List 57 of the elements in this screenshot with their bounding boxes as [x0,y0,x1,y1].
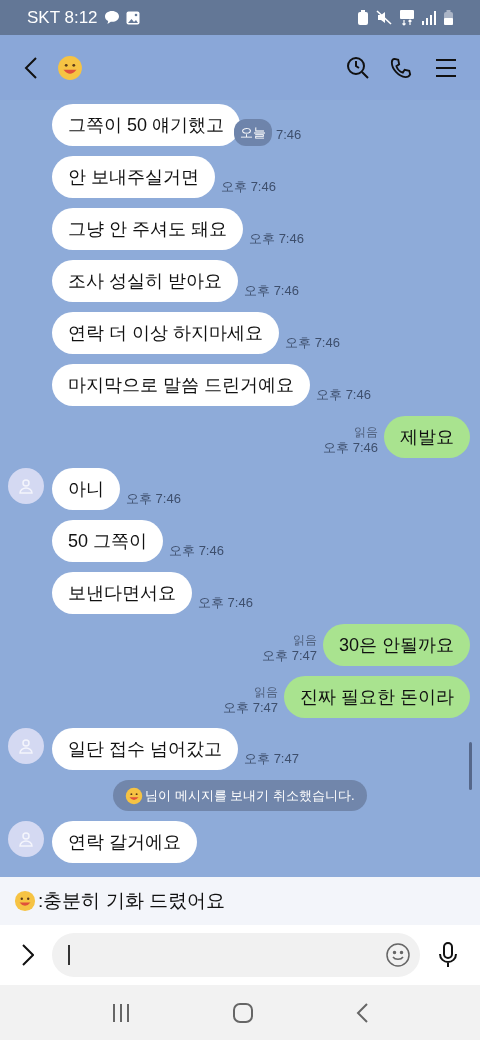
back-nav-icon[interactable] [356,1002,369,1023]
date-chip: 오늘 [234,118,273,146]
smiley-icon [14,890,36,912]
read-receipt: 읽음 [254,684,278,700]
received-message: 아니 [52,468,120,510]
received-message: 연락 갈거에요 [52,821,197,863]
battery-saver-icon [358,10,368,25]
message-time: 오후 7:47 [244,749,299,768]
received-message: 일단 접수 넘어갔고 [52,728,238,770]
message-time: 오후 7:46 [244,281,299,300]
sent-message: 제발요 [384,416,470,458]
received-message: 안 보내주실거면 [52,156,215,198]
received-message: 보낸다면서요 [52,572,192,614]
message-time: 오후 7:46 [285,333,340,352]
image-icon [125,10,140,25]
message-preview-bar[interactable]: :충분히 기화 드렸어요 [0,877,480,925]
received-message: 50 그쪽이 [52,520,164,562]
recent-apps-icon[interactable] [111,1003,130,1022]
message-time: 오후 7:46 [126,489,181,508]
message-time: 오후 7:46 [221,177,276,196]
message-time: 오후 7:46 [323,440,378,456]
message-input[interactable] [52,933,420,977]
message-time: 오후 7:47 [262,648,317,664]
message-time: 오후 7:46 [169,541,224,560]
battery-icon [444,10,453,25]
received-message: 조사 성실히 받아요 [52,260,238,302]
received-message: 그쪽이 50 얘기했고 [52,104,241,146]
home-icon[interactable] [233,1002,253,1023]
network-5g-icon [400,9,414,26]
scrollbar[interactable] [469,742,472,790]
mute-icon [376,10,392,25]
phone-icon[interactable] [390,56,412,79]
menu-icon[interactable] [436,58,456,77]
emoji-icon[interactable] [386,943,410,967]
message-time: 오후 7:46 [198,593,253,612]
microphone-icon[interactable] [438,942,458,968]
message-time: 오후 7:46 [249,229,304,248]
notice-text: 님이 메시지를 보내기 취소했습니다. [145,786,355,805]
back-button[interactable] [24,54,40,81]
received-message: 마지막으로 말씀 드린거예요 [52,364,310,406]
status-time: SKT 8:12 [27,6,98,29]
smiley-icon [125,786,144,805]
search-icon[interactable] [346,55,370,80]
received-message: 그냥 안 주셔도 돼요 [52,208,243,250]
read-receipt: 읽음 [354,424,378,440]
chat-bubble-icon [103,10,120,25]
preview-text: :충분히 기화 드렸어요 [38,888,225,913]
message-time: 7:46 [276,125,302,144]
message-time: 오후 7:46 [316,385,371,404]
expand-icon[interactable] [22,944,34,966]
message-time: 오후 7:47 [223,700,278,716]
read-receipt: 읽음 [292,632,317,648]
received-message: 연락 더 이상 하지마세요 [52,312,279,354]
sent-message: 30은 안될까요 [322,624,470,666]
smiley-icon [57,54,83,81]
sent-message: 진짜 필요한 돈이라 [284,676,470,718]
signal-icon [422,10,436,25]
